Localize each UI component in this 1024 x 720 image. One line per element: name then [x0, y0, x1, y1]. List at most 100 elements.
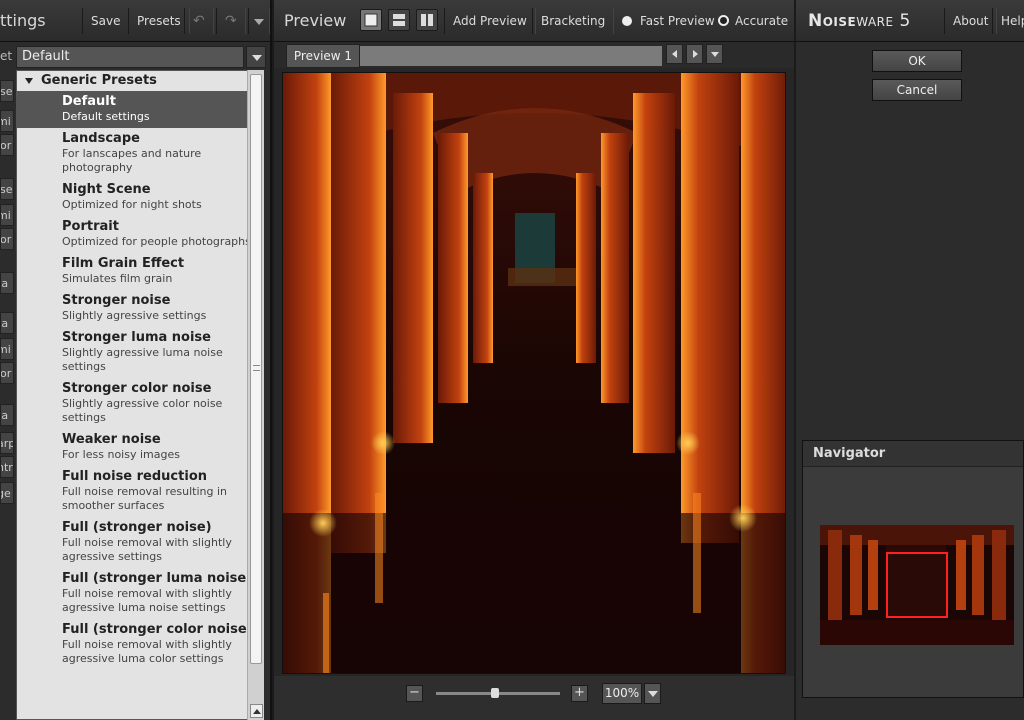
fast-preview-label: Fast Preview	[640, 14, 715, 28]
obscured-control: arp	[0, 432, 14, 454]
obscured-control: ta	[0, 272, 14, 294]
preset-option-name: Full (stronger color noise)	[62, 622, 253, 637]
chevron-down-icon	[648, 691, 658, 697]
cancel-button[interactable]: Cancel	[872, 79, 962, 101]
obscured-control: lor	[0, 228, 14, 250]
add-preview-button[interactable]: Add Preview	[444, 8, 536, 34]
preset-option-desc: Full noise removal with slightly agressi…	[62, 638, 232, 665]
chevron-down-icon	[711, 52, 719, 57]
preset-option-desc: Full noise removal with slightly agressi…	[62, 536, 232, 563]
dropdown-scrollbar[interactable]	[247, 70, 264, 720]
split-horizontal-button[interactable]	[388, 9, 410, 31]
zoom-out-button[interactable]: −	[406, 685, 423, 702]
preset-option-desc: Default settings	[62, 110, 150, 123]
zoom-dropdown-button[interactable]	[644, 683, 661, 704]
preset-option[interactable]: Landscape For lanscapes and nature photog…	[17, 128, 263, 179]
navigator-thumbnail[interactable]	[820, 525, 1014, 645]
preset-option[interactable]: Stronger luma noise Slightly agressive lu…	[17, 327, 263, 378]
redo-button[interactable]: ↷	[216, 8, 246, 34]
preview-image[interactable]	[282, 72, 786, 674]
tab-strip	[360, 46, 662, 66]
preset-option[interactable]: Night Scene Optimized for night shots	[17, 179, 263, 216]
split-horizontal-icon	[393, 14, 405, 26]
triangle-down-icon	[25, 78, 33, 84]
preset-option-name: Night Scene	[62, 182, 151, 197]
navigator-viewport-box[interactable]	[886, 552, 948, 618]
grip-icon	[253, 365, 260, 371]
app-logo-bold: Noise	[808, 11, 857, 31]
navigator-panel: Navigator	[802, 440, 1024, 698]
toolbar-menu-button[interactable]	[248, 8, 270, 34]
obscured-control: ntr	[0, 456, 14, 478]
preset-dropdown-button[interactable]	[246, 46, 266, 68]
tab-preview-1[interactable]: Preview 1	[286, 44, 360, 68]
obscured-control: ise	[0, 80, 14, 102]
preset-option-desc: Optimized for night shots	[62, 198, 202, 211]
about-button[interactable]: About	[944, 8, 998, 34]
arrow-up-icon	[253, 709, 261, 714]
tab-menu-button[interactable]	[706, 44, 723, 64]
obscured-control: lor	[0, 362, 14, 384]
preset-group-header[interactable]: Generic Presets	[17, 71, 263, 91]
preset-option[interactable]: Film Grain Effect Simulates film grain	[17, 253, 263, 290]
obscured-control: ta	[0, 312, 14, 334]
preset-option-name: Stronger color noise	[62, 381, 212, 396]
preset-option[interactable]: Weaker noise For less noisy images	[17, 429, 263, 466]
app-panel: Noiseware 5 About Help OK Cancel Navigat…	[796, 0, 1024, 720]
zoom-in-button[interactable]: +	[571, 685, 588, 702]
preset-option[interactable]: Full (stronger noise) Full noise removal …	[17, 517, 263, 568]
presets-button[interactable]: Presets	[128, 8, 190, 34]
zoom-slider-handle[interactable]	[491, 688, 499, 698]
chevron-left-icon	[672, 50, 677, 58]
settings-toolbar: ttings Save Presets ↶ ↷	[0, 0, 270, 42]
bracketing-button[interactable]: Bracketing	[532, 8, 615, 34]
ok-button[interactable]: OK	[872, 50, 962, 72]
scrollbar-thumb[interactable]	[250, 74, 262, 664]
preset-option[interactable]: Portrait Optimized for people photographs	[17, 216, 263, 253]
preset-option-name: Stronger noise	[62, 293, 171, 308]
undo-icon: ↶	[193, 13, 205, 29]
preset-option-name: Full (stronger noise)	[62, 520, 212, 535]
single-view-icon	[364, 13, 378, 27]
prev-tab-button[interactable]	[666, 44, 683, 64]
preset-option-desc: Simulates film grain	[62, 272, 173, 285]
preset-group-label: Generic Presets	[41, 73, 157, 88]
preview-tabs: Preview 1	[274, 42, 794, 68]
preset-option-desc: Full noise removal resulting in smoother…	[62, 485, 228, 512]
obscured-control: lor	[0, 134, 14, 156]
next-tab-button[interactable]	[686, 44, 703, 64]
obscured-control: ise	[0, 178, 14, 200]
preset-label: et	[0, 49, 13, 63]
redo-icon: ↷	[225, 13, 237, 29]
preset-option[interactable]: Stronger noise Slightly agressive setting…	[17, 290, 263, 327]
fast-preview-radio[interactable]	[622, 16, 632, 26]
chevron-down-icon	[254, 18, 264, 25]
preview-title: Preview	[284, 11, 347, 30]
preset-option-name: Default	[62, 94, 116, 109]
help-button[interactable]: Help	[992, 8, 1024, 34]
preset-option[interactable]: Full (stronger color noise) Full noise re…	[17, 619, 263, 670]
chevron-right-icon	[693, 50, 698, 58]
single-view-button[interactable]	[360, 9, 382, 31]
preset-option[interactable]: Default Default settings	[17, 91, 263, 128]
preset-option-desc: Full noise removal with slightly agressi…	[62, 587, 232, 614]
preset-select[interactable]: Default	[16, 46, 244, 68]
undo-button[interactable]: ↶	[184, 8, 214, 34]
obscured-control: mi	[0, 110, 14, 132]
settings-title: ttings	[0, 11, 46, 30]
accurate-radio[interactable]	[718, 15, 729, 26]
zoom-level-field[interactable]: 100%	[602, 683, 642, 704]
settings-panel: ttings Save Presets ↶ ↷ et Default ise mi…	[0, 0, 272, 720]
save-button[interactable]: Save	[82, 8, 130, 34]
preset-option[interactable]: Stronger color noise Slightly agressive c…	[17, 378, 263, 429]
scroll-up-button[interactable]	[250, 704, 263, 718]
obscured-control: mi	[0, 204, 14, 226]
app-version: 5	[899, 11, 911, 31]
split-vertical-button[interactable]	[416, 9, 438, 31]
preset-option[interactable]: Full noise reduction Full noise removal r…	[17, 466, 263, 517]
app-logo: Noiseware 5	[808, 11, 911, 31]
obscured-control: ge	[0, 482, 14, 504]
preset-option-name: Weaker noise	[62, 432, 161, 447]
zoom-bar: − + 100%	[274, 676, 794, 720]
preset-option[interactable]: Full (stronger luma noise) Full noise rem…	[17, 568, 263, 619]
